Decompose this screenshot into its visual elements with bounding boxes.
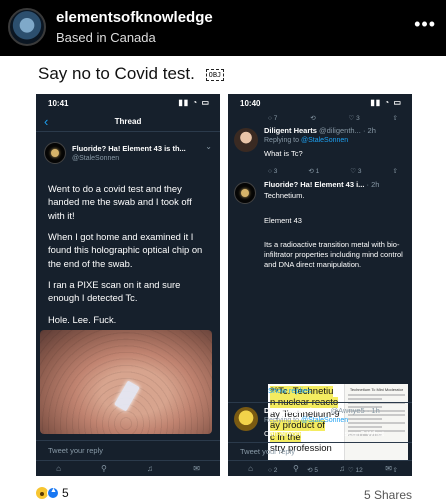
chevron-down-icon[interactable]: ⌄ <box>205 142 212 151</box>
reply-count-icon[interactable]: ○ 7 <box>268 115 277 122</box>
status-icons: ▮▮ ◔ ▭ <box>370 98 402 107</box>
search-icon[interactable]: ⚲ <box>101 464 107 473</box>
thread-navbar: ‹ Thread <box>36 112 220 132</box>
bottom-nav: ⌂ ⚲ ♫ ✉ <box>36 460 220 476</box>
share-icon[interactable]: ⇧ <box>393 114 398 122</box>
attached-screenshot[interactable]: ⁹⁹Tc. Technetiu n nuclear reacto ay Tech… <box>268 384 408 460</box>
author-name[interactable]: Fluoride? Ha! Element 43 i... <box>264 180 364 189</box>
post-card: Say no to Covid test. OBJ 10:41 ▮▮ ◔ ▭ ‹… <box>0 56 446 500</box>
clip-line: ay product of <box>270 420 342 432</box>
retweet-icon[interactable]: ⟲ <box>310 114 315 122</box>
tweet-paragraph: When I got home and examined it I found … <box>48 231 203 269</box>
tweet-paragraph: I ran a PIXE scan on it and sure enough … <box>48 279 181 304</box>
status-time: 10:40 <box>240 99 261 108</box>
tweet-photo-fingertip[interactable] <box>40 330 212 434</box>
reply-bar[interactable]: Tweet your reply <box>36 440 220 460</box>
reply-tweet[interactable]: Diligent Hearts @diligenth... · 2h Reply… <box>228 124 412 178</box>
author-action-row: ○ 2 ⟲ 5 ♡ 12 ⇧ <box>228 464 412 476</box>
reply-avatar[interactable] <box>234 128 258 152</box>
replying-prefix: Replying to <box>264 137 300 144</box>
retweet-icon[interactable]: ⟲ 5 <box>307 466 318 474</box>
clip-line-text: ay product of <box>270 420 325 432</box>
status-bar: 10:40 ▮▮ ◔ ▭ <box>228 94 412 112</box>
clip-document: Technetium Tc Mini Moderator <box>344 384 408 460</box>
reply-input-placeholder[interactable]: Tweet your reply <box>48 446 103 455</box>
clip-line-text: stry profession <box>270 442 332 454</box>
clip-line: n nuclear reacto <box>270 397 342 409</box>
status-bar: 10:41 ▮▮ ◔ ▭ <box>36 94 220 112</box>
account-name[interactable]: elementsofknowledge <box>56 9 213 26</box>
reactions-summary[interactable]: 5 <box>36 486 69 500</box>
thread-title: Thread <box>114 117 142 126</box>
share-icon[interactable]: ⇧ <box>393 466 398 474</box>
tweet-avatar[interactable] <box>44 142 66 164</box>
reply-text: What is Tc? <box>264 149 303 158</box>
shares-count[interactable]: 5 Shares <box>364 488 412 500</box>
post-caption-text: Say no to Covid test. <box>38 64 195 83</box>
clip-line: stry profession <box>270 443 342 454</box>
reply-handle[interactable]: @diligenth... <box>319 126 361 135</box>
reply-action-row: ○ 3 ⟲ 1 ♡ 3 ⇧ <box>228 165 412 177</box>
tweet-display-name[interactable]: Fluoride? Ha! Element 43 is th... <box>72 144 186 153</box>
like-count-icon[interactable]: ♡ 3 <box>348 114 359 122</box>
account-location: Based in Canada <box>56 30 156 45</box>
left-phone-screenshot: 10:41 ▮▮ ◔ ▭ ‹ Thread Fluoride? Ha! Elem… <box>36 94 220 476</box>
author-avatar[interactable] <box>234 182 256 204</box>
like-count-icon[interactable]: ♡ 3 <box>350 167 361 175</box>
share-icon[interactable]: ⇧ <box>393 167 398 175</box>
tweet-paragraph: Hole. Lee. Fuck. <box>48 313 117 325</box>
like-count-icon[interactable]: ♡ 12 <box>348 466 363 474</box>
replying-to: Replying to @StaleSonnen <box>264 137 348 144</box>
tweet-paragraph: Went to do a covid test and they handed … <box>48 183 192 221</box>
author-age: · 2h <box>366 180 380 189</box>
author-text-1: Technetium. <box>264 191 305 200</box>
account-header: elementsofknowledge Based in Canada ••• <box>0 0 446 56</box>
author-text-2: Element 43 <box>264 216 302 225</box>
clip-line: ay Technetium-9 <box>270 409 342 420</box>
tweet-handle[interactable]: @StaleSonnen <box>72 155 119 162</box>
messages-icon[interactable]: ✉ <box>193 464 200 473</box>
tweet-header: Fluoride? Ha! Element 43 is th... @Stale… <box>36 138 220 182</box>
clip-line-text: ay Technetium-9 <box>270 408 340 420</box>
account-avatar[interactable] <box>8 8 46 46</box>
reply-name[interactable]: Diligent Hearts <box>264 126 317 135</box>
like-reaction-icon <box>47 487 59 499</box>
status-icons: ▮▮ ◔ ▭ <box>178 98 210 107</box>
author-meta: Fluoride? Ha! Element 43 i... · 2h <box>264 180 379 189</box>
spaces-icon[interactable]: ♫ <box>147 464 153 473</box>
replying-to-link[interactable]: @StaleSonnen <box>301 137 348 144</box>
reply-age: · 2h <box>362 126 376 135</box>
tweet-body: Went to do a covid test and they handed … <box>36 182 220 326</box>
post-caption: Say no to Covid test. OBJ <box>38 64 225 84</box>
reply-meta: Diligent Hearts @diligenth... · 2h <box>264 126 376 135</box>
clip-line-text: c in the <box>270 431 301 443</box>
home-icon[interactable]: ⌂ <box>56 464 61 473</box>
reactions-count: 5 <box>62 486 69 500</box>
status-time: 10:41 <box>48 99 69 108</box>
tweet-action-row: ○ 7 ⟲ ♡ 3 ⇧ <box>228 112 412 124</box>
clip-text: ⁹⁹Tc. Technetiu n nuclear reacto ay Tech… <box>268 384 342 460</box>
reply-count-icon[interactable]: ○ 2 <box>268 467 277 474</box>
clip-line: ⁹⁹Tc. Technetiu <box>270 386 342 397</box>
clip-line-text: n nuclear reacto <box>270 397 339 409</box>
object-replacement-glyph: OBJ <box>205 68 225 81</box>
author-text-3: Its a radioactive transition metal with … <box>264 240 403 270</box>
more-horizontal-icon[interactable]: ••• <box>414 14 436 35</box>
right-phone-screenshot: 10:40 ▮▮ ◔ ▭ ○ 7 ⟲ ♡ 3 ⇧ Diligent Hearts… <box>228 94 412 476</box>
clip-line: c in the <box>270 431 342 443</box>
retweet-icon[interactable]: ⟲ 1 <box>308 167 319 175</box>
reply-count-icon[interactable]: ○ 3 <box>268 168 277 175</box>
clip-doc-title: Technetium Tc Mini Moderator <box>349 387 404 392</box>
clip-line-text: ⁹⁹Tc. Technetiu <box>270 386 334 397</box>
